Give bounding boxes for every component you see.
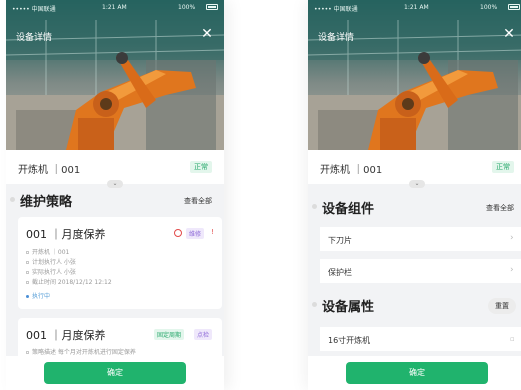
chevron-right-icon: › [510, 233, 514, 243]
component-item[interactable]: 下刀片 › [320, 227, 521, 251]
section-title: 维护策略 [20, 195, 73, 210]
chevron-right-icon: › [510, 265, 514, 275]
card-row: 计划执行人 小张 [26, 257, 76, 266]
right-phone-screen: ••••• 中国联通 1:21 AM 100% 设备详情 ✕ 开炼机 ｜001 … [308, 0, 521, 390]
card-row: 实际执行人 小张 [26, 267, 76, 276]
battery-percent: 100% [178, 4, 196, 11]
status-badge: 正常 [190, 161, 212, 173]
card-row: 策略描述 每个月对开炼机进行固定保养 [26, 347, 136, 356]
component-label: 下刀片 [328, 236, 352, 245]
close-icon[interactable]: ✕ [198, 25, 216, 43]
type-tag: 点检 [194, 329, 213, 340]
card-row: 开炼机 ｜001 [26, 247, 69, 256]
clock-icon [174, 229, 182, 237]
component-label: 保护栏 [328, 268, 352, 277]
left-phone-screen: ••••• 中国联通 1:21 AM 100% 设备详情 ✕ 开炼机 ｜001 … [6, 0, 224, 390]
device-name: 开炼机 ｜001 [18, 165, 81, 176]
section-title: 设备组件 [322, 202, 375, 217]
section-dot [312, 204, 317, 209]
execution-status: 执行中 [26, 291, 50, 300]
robot-arm-illustration [308, 0, 521, 150]
device-info-row: 开炼机 ｜001 正常 [308, 150, 521, 182]
confirm-button[interactable]: 确定 [346, 362, 488, 384]
battery-percent: 100% [480, 4, 498, 11]
section-title: 设备属性 [322, 300, 375, 315]
maintenance-card[interactable]: 001 ｜月度保养 维修 ! 开炼机 ｜001 计划执行人 小张 实际执行人 小… [18, 217, 222, 309]
reset-button[interactable]: 重置 [488, 298, 516, 314]
alert-icon: ! [211, 228, 214, 236]
chevron-down-icon[interactable]: ⌄ [409, 180, 425, 188]
section-dot [10, 197, 15, 202]
close-icon[interactable]: ✕ [500, 25, 518, 43]
attribute-item[interactable]: 16寸开炼机 ▫ [320, 327, 521, 351]
view-all-link[interactable]: 查看全部 [486, 203, 514, 213]
section-dot [312, 302, 317, 307]
clock: 1:21 AM [102, 4, 127, 11]
signal-indicator: ••••• 中国联通 [314, 6, 358, 13]
status-bar: ••••• 中国联通 1:21 AM 100% [308, 0, 521, 14]
card-title: 001 ｜月度保养 [26, 228, 106, 241]
components-section-header: 设备组件 查看全部 [308, 194, 521, 220]
battery-icon [206, 4, 218, 10]
confirm-button[interactable]: 确定 [44, 362, 186, 384]
hero-image: ••••• 中国联通 1:21 AM 100% 设备详情 ✕ [6, 0, 224, 150]
status-bar: ••••• 中国联通 1:21 AM 100% [6, 0, 224, 14]
card-row: 截止时间 2018/12/12 12:12 [26, 277, 112, 286]
attributes-section-header: 设备属性 重置 [308, 292, 521, 318]
battery-icon [508, 4, 520, 10]
maintenance-section-header: 维护策略 查看全部 [6, 187, 224, 213]
device-info-row: 开炼机 ｜001 正常 [6, 150, 224, 182]
device-name: 开炼机 ｜001 [320, 165, 383, 176]
attribute-label: 16寸开炼机 [328, 336, 371, 345]
card-title: 001 ｜月度保养 [26, 329, 106, 342]
period-tag: 固定周期 [154, 329, 185, 340]
status-badge: 正常 [492, 161, 514, 173]
page-title: 设备详情 [16, 33, 53, 43]
signal-indicator: ••••• 中国联通 [12, 6, 56, 13]
component-item[interactable]: 保护栏 › [320, 259, 521, 283]
view-all-link[interactable]: 查看全部 [184, 196, 212, 206]
hero-image: ••••• 中国联通 1:21 AM 100% 设备详情 ✕ [308, 0, 521, 150]
lock-icon: ▫ [510, 335, 515, 343]
robot-arm-illustration [6, 0, 224, 150]
page-title: 设备详情 [318, 33, 355, 43]
type-tag: 维修 [186, 228, 205, 239]
clock: 1:21 AM [404, 4, 429, 11]
